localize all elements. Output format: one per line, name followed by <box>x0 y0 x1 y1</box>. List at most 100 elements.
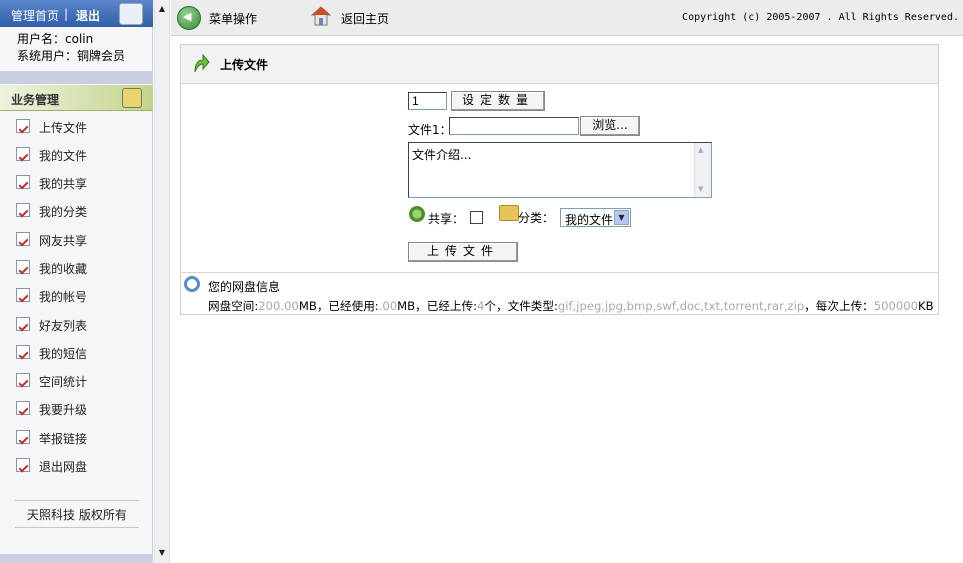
document-icon <box>16 147 30 161</box>
sidebar-item-label: 我的短信 <box>39 347 88 361</box>
menu-operations-label[interactable]: 菜单操作 <box>209 10 257 27</box>
sidebar-item-label: 空间统计 <box>39 375 88 389</box>
user-info: 用户名：colin 系统用户：铜牌会员 <box>17 31 125 65</box>
logout-link[interactable]: 退出 <box>76 7 100 24</box>
sidebar-copyright: 天照科技 版权所有 <box>27 508 127 522</box>
forward-icon <box>16 345 30 359</box>
sidebar-item-label: 我的共享 <box>39 177 88 191</box>
back-arrow-icon[interactable] <box>177 6 201 30</box>
settings-gear-icon <box>184 276 200 292</box>
divider <box>15 500 139 501</box>
user-card-icon <box>119 3 143 25</box>
scroll-up-arrow-icon[interactable]: ▲ <box>155 2 169 16</box>
sidebar-item-label: 我的分类 <box>39 205 88 219</box>
clipboard-icon <box>16 203 30 217</box>
sidebar-item-upload-file[interactable]: 上传文件 <box>16 116 136 136</box>
per-upload-unit: KB <box>918 299 934 313</box>
disk-info-title: 您的网盘信息 <box>208 280 281 294</box>
house-icon <box>16 430 30 444</box>
frame-scrollbar[interactable]: ▲ ▼ <box>154 0 170 563</box>
share-card-icon <box>16 175 30 189</box>
sidebar-item-label: 举报链接 <box>39 432 88 446</box>
sidebar-item-my-shares[interactable]: 我的共享 <box>16 172 136 192</box>
set-quantity-button[interactable]: 设定数量 <box>451 91 545 111</box>
space-unit: MB，已经使用: <box>298 299 379 313</box>
upload-panel: 上传文件 设定数量 文件1： 浏览... 文件介绍... ▲ ▼ 共享： 分类：… <box>180 44 939 315</box>
divider <box>15 527 139 528</box>
sidebar-item-my-files[interactable]: 我的文件 <box>16 144 136 164</box>
sidebar-item-label: 我的文件 <box>39 149 88 163</box>
sidebar-item-messages[interactable]: 我的短信 <box>16 342 136 362</box>
home-icon[interactable] <box>311 6 331 26</box>
description-text: 文件介绍... <box>412 148 472 162</box>
admin-home-link[interactable]: 管理首页 <box>11 7 59 24</box>
space-label: 网盘空间: <box>208 299 259 313</box>
browse-button[interactable]: 浏览... <box>580 116 640 136</box>
space-value: 200.00 <box>258 299 299 313</box>
textarea-scrollbar[interactable]: ▲ ▼ <box>694 143 711 197</box>
sidebar-item-label: 上传文件 <box>39 121 88 135</box>
copy-icon <box>16 373 30 387</box>
file-types: gif,jpeg,jpg,bmp,swf,doc,txt,torrent,rar… <box>557 299 805 313</box>
upload-arrow-icon <box>194 53 210 73</box>
category-select[interactable]: 我的文件 ▼ <box>560 208 631 227</box>
sidebar: 管理首页 | 退出 用户名：colin 系统用户：铜牌会员 业务管理 上传文件 … <box>0 0 153 563</box>
upload-file-button[interactable]: 上传文件 <box>408 242 518 262</box>
share-gear-icon <box>409 206 425 222</box>
sidebar-item-report-link[interactable]: 举报链接 <box>16 427 136 447</box>
file-count-input[interactable] <box>408 92 447 110</box>
panel-header: 上传文件 <box>181 45 938 84</box>
sidebar-divider-band <box>0 71 153 84</box>
scroll-down-arrow-icon[interactable]: ▼ <box>698 185 703 193</box>
scroll-down-arrow-icon[interactable]: ▼ <box>155 546 169 560</box>
share-label: 共享： <box>428 212 465 226</box>
panel-title: 上传文件 <box>220 58 269 72</box>
sidebar-item-friends[interactable]: 好友列表 <box>16 314 136 334</box>
copyright-text: Copyright (c) 2005-2007 . All Rights Res… <box>682 12 959 23</box>
chevron-down-icon[interactable]: ▼ <box>614 210 629 225</box>
document-icon <box>16 458 30 472</box>
folder-settings-icon <box>122 88 142 108</box>
network-icon <box>16 232 30 246</box>
return-home-link[interactable]: 返回主页 <box>341 10 389 27</box>
sidebar-item-space-stats[interactable]: 空间统计 <box>16 370 136 390</box>
divider <box>181 272 938 273</box>
house-icon <box>16 401 30 415</box>
sidebar-item-label: 我要升级 <box>39 403 88 417</box>
sidebar-item-label: 我的帐号 <box>39 290 88 304</box>
sidebar-item-friend-shares[interactable]: 网友共享 <box>16 229 136 249</box>
share-checkbox[interactable] <box>470 211 483 224</box>
file-path-input[interactable] <box>449 117 579 135</box>
sidebar-item-my-categories[interactable]: 我的分类 <box>16 200 136 220</box>
document-icon <box>16 260 30 274</box>
sidebar-item-upgrade[interactable]: 我要升级 <box>16 398 136 418</box>
scroll-up-arrow-icon[interactable]: ▲ <box>698 146 703 154</box>
document-icon <box>16 119 30 133</box>
sidebar-item-label: 我的收藏 <box>39 262 88 276</box>
sidebar-item-label: 网友共享 <box>39 234 88 248</box>
sidebar-item-exit-disk[interactable]: 退出网盘 <box>16 455 136 475</box>
role-label: 系统用户：铜牌会员 <box>17 49 126 63</box>
sidebar-item-favorites[interactable]: 我的收藏 <box>16 257 136 277</box>
used-value: .00 <box>378 299 398 313</box>
file-label: 文件1： <box>408 123 452 137</box>
sidebar-item-label: 好友列表 <box>39 319 88 333</box>
used-unit: MB，已经上传: <box>397 299 478 313</box>
uploaded-unit: 个，文件类型: <box>484 299 558 313</box>
disk-info-line: 网盘空间:200.00MB，已经使用:.00MB，已经上传:4个，文件类型:gi… <box>208 298 934 314</box>
link-separator: | <box>64 7 69 21</box>
category-selected-value: 我的文件 <box>565 213 614 227</box>
section-header: 业务管理 <box>0 85 153 111</box>
per-upload-value: 500000 <box>873 299 919 313</box>
section-title: 业务管理 <box>11 93 60 107</box>
sidebar-top-bar: 管理首页 | 退出 <box>0 0 153 27</box>
category-label: 分类： <box>518 211 555 225</box>
per-upload-label: ，每次上传： <box>804 299 874 313</box>
file-description-textarea[interactable]: 文件介绍... ▲ ▼ <box>408 142 712 198</box>
sidebar-item-account[interactable]: 我的帐号 <box>16 285 136 305</box>
sidebar-item-label: 退出网盘 <box>39 460 88 474</box>
sidebar-bottom-band <box>0 554 153 563</box>
username-label: 用户名：colin <box>17 32 94 46</box>
folder-icon <box>499 205 519 221</box>
forward-icon <box>16 317 30 331</box>
